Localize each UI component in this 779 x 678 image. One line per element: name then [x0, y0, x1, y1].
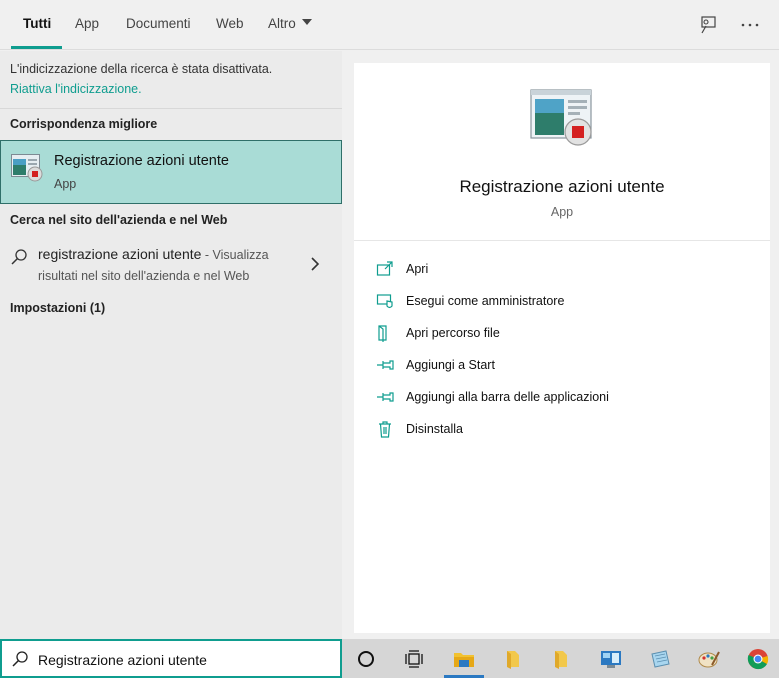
action-pin-to-taskbar[interactable]: Aggiungi alla barra delle applicazioni	[354, 382, 770, 412]
action-label: Aggiungi a Start	[406, 358, 495, 372]
chevron-right-icon[interactable]	[310, 256, 320, 277]
web-result-description: risultati nel sito dell'azienda e nel We…	[38, 269, 250, 283]
steps-recorder-large-icon	[528, 87, 596, 149]
file-explorer-icon[interactable]	[441, 639, 487, 678]
web-result-query-text: registrazione azioni utente	[38, 246, 202, 262]
active-tab-indicator	[11, 46, 62, 49]
tab-web[interactable]: Web	[216, 0, 244, 50]
action-pin-to-start[interactable]: Aggiungi a Start	[354, 350, 770, 380]
more-options-icon[interactable]	[738, 13, 762, 37]
best-match-header: Corrispondenza migliore	[10, 117, 158, 131]
search-query: Registrazione azioni utente	[38, 652, 207, 668]
results-panel: L'indicizzazione della ricerca è stata d…	[0, 51, 342, 639]
preview-card: Registrazione azioni utente App Apri Ese…	[354, 63, 770, 633]
action-label: Disinstalla	[406, 422, 463, 436]
pin-icon	[376, 388, 394, 406]
preview-app-type: App	[550, 205, 574, 219]
action-label: Esegui come amministratore	[406, 294, 565, 308]
task-view-icon[interactable]	[391, 639, 437, 678]
best-match-result[interactable]: Registrazione azioni utente App	[0, 140, 342, 204]
cortana-icon[interactable]	[343, 639, 389, 678]
file-location-icon	[376, 324, 394, 342]
preview-panel: Registrazione azioni utente App Apri Ese…	[342, 51, 779, 639]
action-uninstall[interactable]: Disinstalla	[354, 414, 770, 444]
tab-documenti[interactable]: Documenti	[126, 0, 191, 50]
chevron-down-icon	[301, 19, 312, 26]
action-run-as-admin[interactable]: Esegui come amministratore	[354, 286, 770, 316]
action-label: Apri	[406, 262, 429, 276]
action-label: Apri percorso file	[406, 326, 500, 340]
divider	[354, 240, 770, 241]
web-search-header: Cerca nel sito dell'azienda e nel Web	[10, 213, 228, 227]
web-result-query: registrazione azioni utente - Visualizza	[38, 246, 269, 262]
search-icon	[11, 650, 29, 673]
search-filter-bar: Tutti App Documenti Web Altro	[0, 0, 779, 50]
steps-recorder-icon	[11, 154, 43, 182]
divider	[0, 108, 342, 109]
pin-icon	[376, 356, 394, 374]
best-match-subtitle: App	[54, 177, 77, 191]
open-icon	[376, 260, 394, 278]
web-search-result[interactable]: registrazione azioni utente - Visualizza…	[0, 240, 342, 290]
tab-altro-label: Altro	[268, 16, 296, 31]
tab-tutti[interactable]: Tutti	[23, 0, 51, 50]
feedback-icon[interactable]	[696, 13, 720, 37]
action-open-file-location[interactable]: Apri percorso file	[354, 318, 770, 348]
best-match-title: Registrazione azioni utente	[54, 153, 229, 169]
tab-app[interactable]: App	[75, 0, 99, 50]
settings-header[interactable]: Impostazioni (1)	[10, 301, 105, 315]
action-apri[interactable]: Apri	[354, 254, 770, 284]
web-result-suffix: - Visualizza	[201, 248, 269, 262]
reenable-indexing-link[interactable]: Riattiva l'indicizzazione.	[10, 82, 142, 96]
taskbar-search-input[interactable]: Registrazione azioni utente	[0, 639, 342, 678]
notepad-icon[interactable]	[637, 639, 683, 678]
tab-altro[interactable]: Altro	[268, 0, 312, 50]
action-label: Aggiungi alla barra delle applicazioni	[406, 390, 609, 404]
trash-icon	[376, 420, 394, 438]
paint-icon[interactable]	[686, 639, 732, 678]
control-panel-icon[interactable]	[588, 639, 634, 678]
search-icon	[10, 248, 28, 271]
indexing-notice: L'indicizzazione della ricerca è stata d…	[10, 62, 273, 76]
folder-icon[interactable]	[538, 639, 584, 678]
taskbar: Registrazione azioni utente	[0, 639, 779, 678]
preview-app-title: Registrazione azioni utente	[459, 177, 665, 196]
shield-admin-icon	[376, 292, 394, 310]
chrome-icon[interactable]	[735, 639, 779, 678]
folder-icon[interactable]	[490, 639, 536, 678]
